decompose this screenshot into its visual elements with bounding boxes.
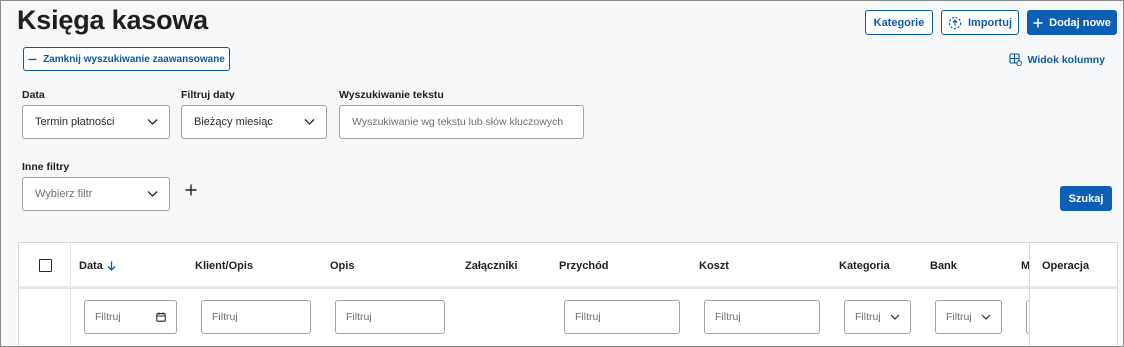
operation-column: Operacja — [1029, 243, 1117, 346]
chevron-down-icon — [304, 119, 315, 126]
page-title: Księga kasowa — [17, 5, 209, 35]
chevron-down-icon — [147, 191, 158, 198]
filter-placeholder: Filtruj — [946, 311, 972, 323]
sort-arrow-down-icon — [107, 261, 116, 271]
cost-filter-input[interactable]: Filtruj — [704, 300, 820, 334]
column-view-button[interactable]: Widok kolumny — [1008, 53, 1106, 66]
other-filters-select[interactable]: Wybierz filtr — [22, 177, 170, 211]
calendar-icon — [156, 312, 166, 322]
column-view-label: Widok kolumny — [1027, 53, 1106, 66]
column-header-client[interactable]: Klient/Opis — [195, 260, 253, 272]
date-filter-select[interactable]: Bieżący miesiąc — [181, 105, 327, 139]
column-header-bank[interactable]: Bank — [930, 260, 957, 272]
text-search-placeholder: Wyszukiwanie wg tekstu lub słów kluczowy… — [352, 116, 564, 128]
import-icon — [948, 16, 962, 30]
filter-placeholder: Filtruj — [346, 311, 372, 323]
column-header-date[interactable]: Data — [79, 260, 116, 272]
date-filter-label: Filtruj daty — [181, 89, 235, 101]
description-filter-input[interactable]: Filtruj — [335, 300, 445, 334]
categories-button[interactable]: Kategorie — [865, 10, 933, 35]
other-filters-label: Inne filtry — [22, 161, 70, 173]
column-header-income[interactable]: Przychód — [559, 260, 609, 272]
column-header-operation: Operacja — [1042, 260, 1090, 272]
category-filter-select[interactable]: Filtruj — [844, 300, 911, 334]
column-header-cost[interactable]: Koszt — [699, 260, 729, 272]
column-header-category[interactable]: Kategoria — [839, 260, 890, 272]
chevron-down-icon — [147, 119, 158, 126]
chevron-down-icon — [981, 314, 991, 320]
close-advanced-search-label: Zamknij wyszukiwanie zaawansowane — [43, 53, 225, 65]
filter-placeholder: Filtruj — [575, 311, 601, 323]
date-select-value: Termin płatności — [35, 116, 115, 128]
add-new-button[interactable]: Dodaj nowe — [1027, 10, 1117, 35]
column-header-attachments[interactable]: Załączniki — [465, 260, 518, 272]
date-filter-input[interactable]: Filtruj — [84, 300, 177, 334]
date-label: Data — [22, 89, 45, 101]
cash-book-table: Data Klient/Opis Opis Załączniki Przychó… — [18, 242, 1118, 346]
filter-placeholder: Filtruj — [715, 311, 741, 323]
income-filter-input[interactable]: Filtruj — [564, 300, 680, 334]
add-filter-plus-icon[interactable] — [185, 183, 197, 201]
minus-icon — [28, 55, 37, 64]
select-all-checkbox[interactable] — [39, 259, 52, 272]
search-button-label: Szukaj — [1068, 192, 1104, 205]
other-filters-placeholder: Wybierz filtr — [35, 188, 93, 200]
close-advanced-search-button[interactable]: Zamknij wyszukiwanie zaawansowane — [23, 47, 230, 71]
filter-placeholder: Filtruj — [212, 311, 238, 323]
column-header-date-label: Data — [79, 260, 103, 272]
client-filter-input[interactable]: Filtruj — [201, 300, 311, 334]
filter-placeholder: Filtruj — [855, 311, 881, 323]
date-select[interactable]: Termin płatności — [22, 105, 170, 139]
app-frame: Księga kasowa Kategorie Importuj Dodaj n… — [0, 0, 1124, 347]
text-search-label: Wyszukiwanie tekstu — [339, 89, 444, 101]
search-button[interactable]: Szukaj — [1060, 186, 1112, 211]
chevron-down-icon — [890, 314, 900, 320]
import-button[interactable]: Importuj — [941, 10, 1019, 35]
import-button-label: Importuj — [968, 16, 1012, 29]
column-divider — [70, 243, 71, 346]
filter-placeholder: Filtruj — [95, 311, 121, 323]
plus-icon — [1033, 18, 1043, 28]
column-header-description[interactable]: Opis — [330, 260, 354, 272]
column-view-icon — [1008, 53, 1022, 66]
text-search-input[interactable]: Wyszukiwanie wg tekstu lub słów kluczowy… — [339, 105, 584, 139]
bank-filter-select[interactable]: Filtruj — [935, 300, 1002, 334]
categories-button-label: Kategorie — [873, 16, 925, 29]
date-filter-value: Bieżący miesiąc — [194, 116, 273, 128]
add-new-button-label: Dodaj nowe — [1049, 16, 1111, 29]
